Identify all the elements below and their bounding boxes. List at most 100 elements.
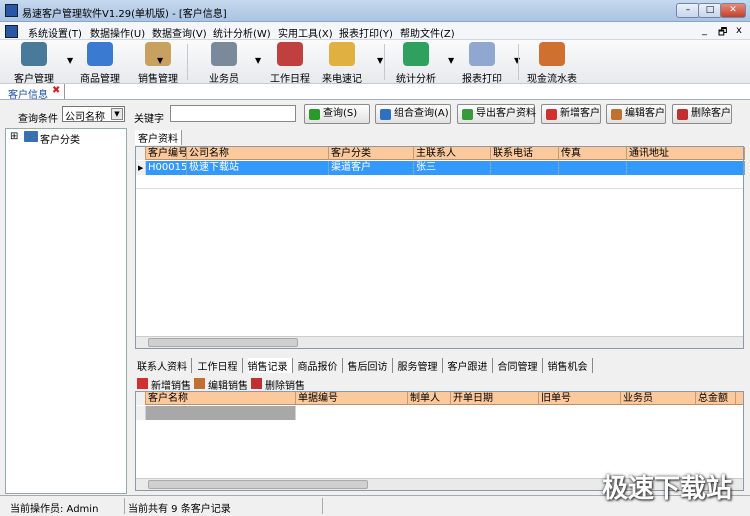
column-header[interactable]: 业务员: [621, 392, 696, 405]
product-icon: [87, 42, 113, 66]
tab-2[interactable]: 销售记录: [247, 358, 293, 373]
button-label: 新增客户: [560, 108, 600, 119]
toolbar-label: 统计分析: [396, 74, 436, 85]
watermark: 极速下载站: [601, 474, 732, 504]
toolbar-cash-search-button[interactable]: 现金流水表: [522, 42, 582, 85]
column-header[interactable]: 客户分类: [329, 147, 414, 160]
menu-bar: 系统设置(T) 数据操作(U) 数据查询(V) 统计分析(W) 实用工具(X) …: [0, 22, 750, 40]
customer-grid: 客户编号公司名称客户分类主联系人联系电话传真通讯地址 ▶H000157极速下载站…: [135, 146, 745, 349]
search-button[interactable]: 查询(S): [304, 104, 370, 124]
call-note-icon: [329, 42, 355, 66]
edit-customer-button[interactable]: 编辑客户: [606, 104, 666, 124]
menu-help[interactable]: 帮助文件(Z): [400, 25, 455, 40]
toolbar-schedule-button[interactable]: 工作日程: [260, 42, 320, 85]
menu-stats[interactable]: 统计分析(W): [213, 25, 271, 40]
horizontal-scrollbar[interactable]: [136, 336, 743, 348]
toolbar-pie-chart-button[interactable]: 统计分析: [386, 42, 446, 85]
column-header[interactable]: 客户名称: [146, 392, 296, 405]
column-header[interactable]: 通讯地址: [627, 147, 745, 160]
chevron-down-icon[interactable]: ▼: [111, 108, 123, 120]
tab-0[interactable]: 联系人资料: [137, 358, 192, 373]
toolbar-staff-button[interactable]: 业务员: [194, 42, 254, 85]
toolbar-report-button[interactable]: 报表打印: [452, 42, 512, 85]
menu-tools[interactable]: 实用工具(X): [278, 25, 333, 40]
table-row[interactable]: ▶H000157极速下载站渠道客户张三: [136, 161, 745, 175]
toolbar-separator: [187, 44, 188, 80]
tab-4[interactable]: 售后回访: [348, 358, 393, 373]
cell[interactable]: 渠道客户: [329, 161, 414, 175]
table-row[interactable]: [136, 406, 743, 420]
table-row[interactable]: [136, 175, 743, 189]
cell[interactable]: H000157: [146, 161, 187, 175]
mdi-minimize[interactable]: _: [702, 25, 707, 36]
mdi-close[interactable]: x: [736, 25, 742, 36]
add-customer-button[interactable]: 新增客户: [541, 104, 601, 124]
cell[interactable]: [491, 161, 559, 175]
maximize-button[interactable]: □: [698, 3, 722, 18]
tab-customer-data[interactable]: 客户资料: [135, 130, 182, 145]
export-button[interactable]: 导出客户资料: [457, 104, 536, 124]
sales-action-0[interactable]: 新增销售: [137, 377, 191, 392]
toolbar-label: 客户管理: [14, 74, 54, 85]
edit-icon: [194, 378, 205, 389]
delete-customer-button[interactable]: 删除客户: [672, 104, 732, 124]
tab-5[interactable]: 服务管理: [398, 358, 443, 373]
column-header[interactable]: 开单日期: [451, 392, 539, 405]
sales-action-1[interactable]: 编辑销售: [194, 377, 248, 392]
export-icon: [462, 109, 473, 120]
column-header[interactable]: 制单人: [408, 392, 451, 405]
toolbar-product-button[interactable]: 商品管理: [70, 42, 130, 85]
close-tab-icon[interactable]: ✖: [52, 85, 60, 96]
menu-report[interactable]: 报表打印(Y): [339, 25, 393, 40]
menu-data-query[interactable]: 数据查询(V): [152, 25, 207, 40]
column-header[interactable]: 旧单号: [539, 392, 621, 405]
row-indicator: ▶: [136, 161, 146, 175]
column-header[interactable]: 公司名称: [187, 147, 329, 160]
row-indicator: [136, 406, 146, 420]
cell[interactable]: 极速下载站: [187, 161, 329, 175]
customer-icon: [21, 42, 47, 66]
window-title: 易速客户管理软件V1.29(单机版) - [客户信息]: [22, 9, 227, 20]
column-header[interactable]: 联系电话: [491, 147, 559, 160]
tab-7[interactable]: 合同管理: [498, 358, 543, 373]
tab-3[interactable]: 商品报价: [298, 358, 343, 373]
cell[interactable]: [559, 161, 627, 175]
close-button[interactable]: ✕: [720, 3, 746, 18]
column-header[interactable]: 单据编号: [296, 392, 408, 405]
column-header[interactable]: 总金额: [696, 392, 736, 405]
button-label: 查询(S): [323, 108, 358, 119]
toolbar-separator: [518, 44, 519, 80]
toolbar-label: 来电速记: [322, 74, 362, 85]
toolbar-label: 商品管理: [80, 74, 120, 85]
menu-data-ops[interactable]: 数据操作(U): [90, 25, 145, 40]
expand-icon[interactable]: ⊞: [10, 131, 18, 142]
dropdown-arrow-icon[interactable]: ▼: [157, 56, 163, 65]
tree-root-label[interactable]: 客户分类: [40, 131, 80, 146]
combined-search-button[interactable]: 组合查询(A): [375, 104, 451, 124]
tab-1[interactable]: 工作日程: [198, 358, 243, 373]
button-label: 删除客户: [691, 108, 731, 119]
dropdown-arrow-icon[interactable]: ▼: [377, 56, 383, 65]
sales-action-2[interactable]: 删除销售: [251, 377, 305, 392]
document-tabs: 客户信息 ✖: [0, 84, 750, 101]
tab-customer-info[interactable]: 客户信息: [8, 86, 48, 101]
cell[interactable]: [627, 161, 745, 175]
column-header[interactable]: 传真: [559, 147, 627, 160]
toolbar-customer-button[interactable]: 客户管理: [4, 42, 64, 85]
scroll-thumb[interactable]: [148, 338, 298, 347]
menu-system[interactable]: 系统设置(T): [28, 25, 82, 40]
scroll-thumb[interactable]: [148, 480, 368, 489]
condition-select[interactable]: 公司名称 ▼: [62, 106, 125, 123]
column-header[interactable]: 客户编号: [146, 147, 187, 160]
cell[interactable]: 张三: [414, 161, 491, 175]
tab-8[interactable]: 销售机会: [548, 358, 593, 373]
keyword-input[interactable]: [170, 105, 296, 122]
tab-6[interactable]: 客户跟进: [448, 358, 493, 373]
combined-search-icon: [380, 109, 391, 120]
toolbar-call-note-button[interactable]: 来电速记: [312, 42, 372, 85]
column-header[interactable]: 主联系人: [414, 147, 491, 160]
cell[interactable]: [146, 406, 296, 420]
edit-customer-icon: [611, 109, 622, 120]
search-icon: [309, 109, 320, 120]
minimize-button[interactable]: –: [676, 3, 700, 18]
